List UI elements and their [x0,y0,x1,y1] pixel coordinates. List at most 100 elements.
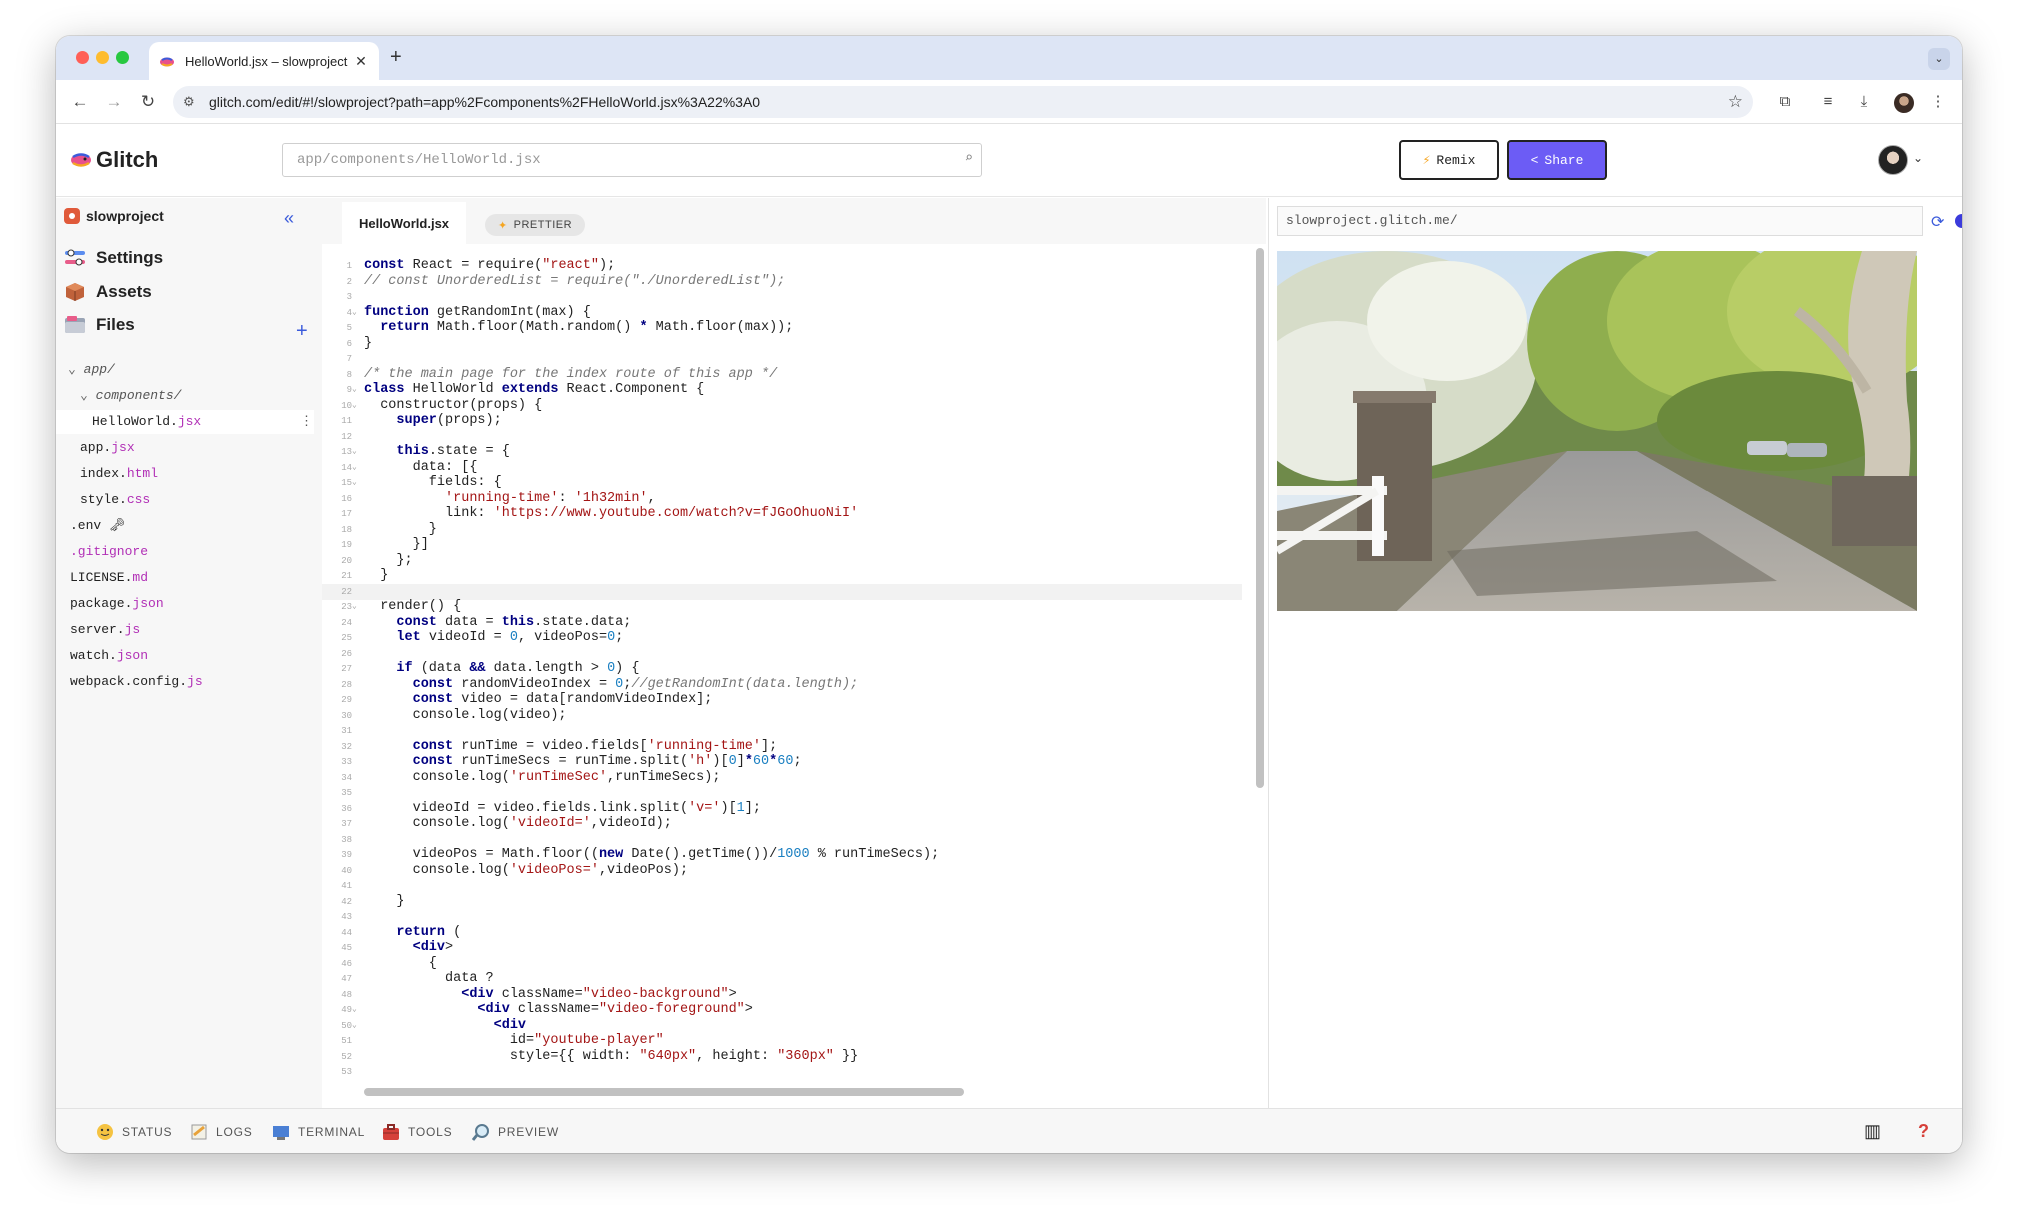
code-line[interactable]: 41 [322,878,1242,894]
code-line[interactable]: 32 const runTime = video.fields['running… [322,739,1242,755]
code-line[interactable]: 12 [322,429,1242,445]
tools-button[interactable]: TOOLS [382,1123,452,1141]
refresh-preview-icon[interactable]: ⟳ [1931,212,1944,232]
code-area[interactable]: 1 const React = require("react"); 2 // cons… [322,258,1242,1078]
browser-menu-icon[interactable]: ⋮ [1926,90,1950,114]
omnibox[interactable]: ⚙ glitch.com/edit/#!/slowproject?path=ap… [173,86,1753,118]
code-line[interactable]: 17 link: 'https://www.youtube.com/watch?… [322,506,1242,522]
help-icon[interactable]: ? [1918,1121,1929,1142]
site-info-icon[interactable]: ⚙ [183,94,203,110]
project-name[interactable]: slowproject [64,208,164,224]
keyboard-shortcuts-icon[interactable]: ▥ [1864,1121,1881,1142]
code-line[interactable]: 46 { [322,956,1242,972]
code-line[interactable]: 51 id="youtube-player" [322,1033,1242,1049]
code-line[interactable]: 30 console.log(video); [322,708,1242,724]
code-line[interactable]: 6} [322,336,1242,352]
user-avatar[interactable] [1878,145,1908,175]
tab-search-icon[interactable]: ⌄ [1928,48,1950,70]
code-line[interactable]: 25 let videoId = 0, videoPos=0; [322,630,1242,646]
terminal-button[interactable]: TERMINAL [272,1123,365,1141]
remix-button[interactable]: ⚡ Remix [1399,140,1499,180]
bookmark-star-icon[interactable]: ☆ [1728,92,1743,112]
chevron-down-icon[interactable]: ⌄ [68,362,84,377]
status-button[interactable]: STATUS [96,1123,172,1141]
code-line[interactable]: 27 if (data && data.length > 0) { [322,661,1242,677]
code-line[interactable]: 39 videoPos = Math.floor((new Date().get… [322,847,1242,863]
add-file-icon[interactable]: + [296,320,308,343]
chevron-down-icon[interactable]: ⌄ [1913,151,1923,165]
back-icon[interactable]: ← [68,90,92,114]
file-options-icon[interactable]: ⋮ [300,410,313,434]
fold-chevron-icon[interactable]: ⌄ [352,1018,357,1034]
code-line[interactable]: 15 ⌄ fields: { [322,475,1242,491]
browser-tab[interactable]: HelloWorld.jsx – slowproject ✕ [149,42,379,80]
code-line[interactable]: 24 const data = this.state.data; [322,615,1242,631]
fold-chevron-icon[interactable]: ⌄ [352,475,357,491]
tab-helloworld-jsx[interactable]: HelloWorld.jsx [342,202,466,244]
code-line[interactable]: 40 console.log('videoPos=',videoPos); [322,863,1242,879]
profile-avatar[interactable] [1894,93,1914,113]
code-line[interactable]: 13 ⌄ this.state = { [322,444,1242,460]
code-line[interactable]: 53 [322,1064,1242,1078]
preview-url-field[interactable]: slowproject.glitch.me/ [1277,206,1923,236]
code-line[interactable]: 42 } [322,894,1242,910]
pause-icon[interactable] [1955,214,1962,228]
code-line[interactable]: 44 return ( [322,925,1242,941]
code-line[interactable]: 33 const runTimeSecs = runTime.split('h'… [322,754,1242,770]
reload-icon[interactable]: ↻ [136,90,160,114]
code-line[interactable]: 37 console.log('videoId=',videoId); [322,816,1242,832]
code-line[interactable]: 43 [322,909,1242,925]
code-line[interactable]: 5 return Math.floor(Math.random() * Math… [322,320,1242,336]
code-line[interactable]: 4 ⌄ function getRandomInt(max) { [322,305,1242,321]
code-line[interactable]: 7 [322,351,1242,367]
media-icon[interactable]: ≡ [1816,90,1840,114]
code-line[interactable]: 2 // const UnorderedList = require("./Uno… [322,274,1242,290]
sidebar-item-settings[interactable]: Settings [64,248,163,268]
chevron-down-icon[interactable]: ⌄ [80,388,96,403]
code-line[interactable]: 10 ⌄ constructor(props) { [322,398,1242,414]
horizontal-scrollbar[interactable] [364,1088,964,1096]
code-line[interactable]: 47 data ? [322,971,1242,987]
code-line[interactable]: 14 ⌄ data: [{ [322,460,1242,476]
code-line[interactable]: 50 ⌄ <div [322,1018,1242,1034]
code-line[interactable]: 19 }] [322,537,1242,553]
vertical-scrollbar[interactable] [1256,248,1264,788]
fold-chevron-icon[interactable]: ⌄ [352,398,357,414]
close-window-button[interactable] [76,51,89,64]
code-line[interactable]: 52 style={{ width: "640px", height: "360… [322,1049,1242,1065]
code-line[interactable]: 28 const randomVideoIndex = 0;//getRando… [322,677,1242,693]
url-text[interactable]: glitch.com/edit/#!/slowproject?path=app%… [209,94,1728,110]
file-search-input[interactable]: app/components/HelloWorld.jsx ⌕ [282,143,982,177]
code-line[interactable]: 3 [322,289,1242,305]
code-line[interactable]: 9 ⌄ class HelloWorld extends React.Compone… [322,382,1242,398]
extensions-icon[interactable]: ⧉ [1773,90,1797,114]
code-line[interactable]: 49 ⌄ <div className="video-foreground"> [322,1002,1242,1018]
code-line[interactable]: 1 const React = require("react"); [322,258,1242,274]
code-line[interactable]: 29 const video = data[randomVideoIndex]; [322,692,1242,708]
code-line[interactable]: 26 [322,646,1242,662]
fold-chevron-icon[interactable]: ⌄ [352,1002,357,1018]
code-line[interactable]: 8 /* the main page for the index route of… [322,367,1242,383]
code-line[interactable]: 34 console.log('runTimeSec',runTimeSecs)… [322,770,1242,786]
fold-chevron-icon[interactable]: ⌄ [352,444,357,460]
tab-close-icon[interactable]: ✕ [353,53,369,70]
minimize-window-button[interactable] [96,51,109,64]
code-line[interactable]: 23 ⌄ render() { [322,599,1242,615]
fold-chevron-icon[interactable]: ⌄ [352,382,357,398]
code-line[interactable]: 45 <div> [322,940,1242,956]
maximize-window-button[interactable] [116,51,129,64]
code-line[interactable]: 38 [322,832,1242,848]
code-line[interactable]: 36 videoId = video.fields.link.split('v=… [322,801,1242,817]
code-line[interactable]: 35 [322,785,1242,801]
preview-button[interactable]: PREVIEW [471,1123,559,1141]
code-line[interactable]: 11 super(props); [322,413,1242,429]
code-line[interactable]: 48 <div className="video-background"> [322,987,1242,1003]
fold-chevron-icon[interactable]: ⌄ [352,460,357,476]
file-item[interactable]: HelloWorld.jsx ⋮ [56,410,314,434]
share-button[interactable]: < Share [1507,140,1607,180]
prettier-button[interactable]: ✦ PRETTIER [485,214,585,236]
fold-chevron-icon[interactable]: ⌄ [352,599,357,615]
sidebar-item-files[interactable]: Files [64,315,135,335]
sidebar-item-assets[interactable]: Assets [64,282,152,302]
new-tab-button[interactable]: + [390,46,402,69]
